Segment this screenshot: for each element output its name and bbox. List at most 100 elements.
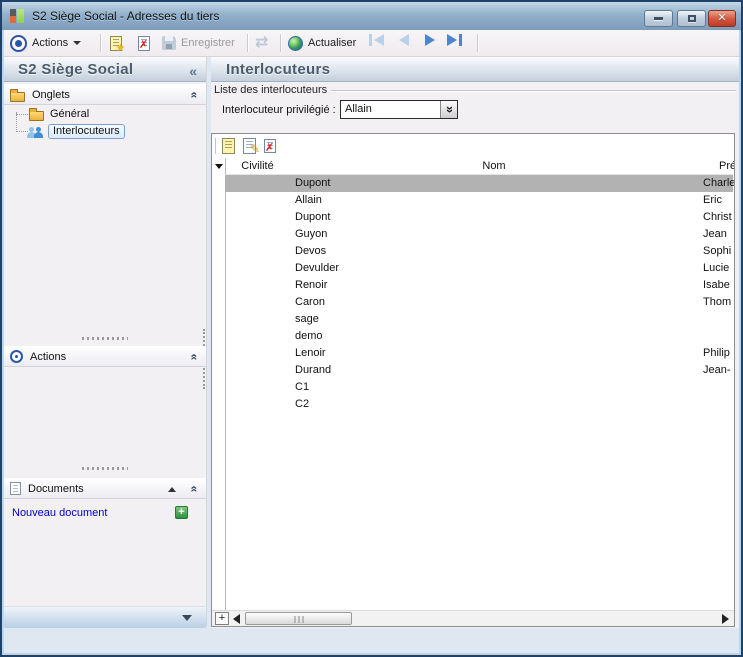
- actualiser-orb-icon: [288, 36, 303, 51]
- privileged-interlocutor-combobox[interactable]: Allain «: [340, 100, 458, 119]
- collapse-chevron-icon[interactable]: «: [189, 92, 201, 99]
- grid-header-row: Civilité Nom Prénom: [225, 158, 733, 175]
- table-row[interactable]: LenoirPhilip: [225, 345, 733, 362]
- actions-menu-label: Actions: [32, 37, 68, 49]
- edit-record-button[interactable]: ✎: [243, 138, 256, 154]
- table-row[interactable]: sage: [225, 311, 733, 328]
- main-area: Interlocuteurs Liste des interlocuteurs …: [211, 57, 739, 628]
- main-toolbar: Actions ★ ✗ Enregistrer ⇄ Actualiser: [4, 30, 739, 57]
- title-bar: S2 Siège Social - Adresses du tiers ✕: [2, 2, 741, 30]
- new-document-link[interactable]: Nouveau document: [12, 507, 107, 519]
- footer-down-arrow-icon[interactable]: [182, 615, 192, 621]
- panel-splitter-handle[interactable]: [82, 337, 128, 340]
- add-document-button[interactable]: +: [175, 506, 188, 519]
- horizontal-scrollbar: +: [212, 610, 734, 626]
- cell-prenom: Thom: [703, 296, 735, 308]
- cell-nom: demo: [295, 330, 695, 342]
- next-arrow-icon: [425, 34, 435, 46]
- table-row[interactable]: GuyonJean: [225, 226, 733, 243]
- table-row[interactable]: demo: [225, 328, 733, 345]
- save-button[interactable]: Enregistrer: [162, 30, 235, 56]
- table-row[interactable]: Devos Sophi: [225, 243, 733, 260]
- column-header-civilite[interactable]: Civilité: [225, 160, 290, 172]
- onglets-panel-header[interactable]: Onglets «: [4, 84, 206, 105]
- delete-item-button[interactable]: ✗: [138, 30, 150, 56]
- row-selector-arrow-icon[interactable]: [215, 164, 223, 169]
- minimize-button[interactable]: [644, 10, 673, 27]
- view-record-button[interactable]: [222, 138, 235, 154]
- cell-nom: Dupont: [295, 211, 695, 223]
- collapse-chevron-icon[interactable]: «: [189, 354, 201, 361]
- cell-nom: C1: [295, 381, 695, 393]
- documents-panel-header[interactable]: Documents «: [4, 478, 206, 499]
- cell-nom: Devulder: [295, 262, 695, 274]
- cell-nom: Devos: [295, 245, 695, 257]
- sidebar-item-interlocuteurs[interactable]: Interlocuteurs: [4, 123, 206, 139]
- cell-nom: Lenoir: [295, 347, 695, 359]
- add-column-button[interactable]: +: [215, 612, 229, 625]
- table-row[interactable]: RenoirIsabe: [225, 277, 733, 294]
- group-border-line: [329, 90, 736, 91]
- table-row[interactable]: C1: [225, 379, 733, 396]
- panel-up-arrow-icon[interactable]: [168, 487, 176, 492]
- actions-menu-button[interactable]: Actions: [10, 30, 81, 56]
- cell-nom: Caron: [295, 296, 695, 308]
- table-row[interactable]: C2: [225, 396, 733, 413]
- delete-record-button[interactable]: ✗: [264, 139, 276, 153]
- folder-icon: [10, 92, 25, 102]
- actions-panel-header[interactable]: Actions «: [4, 346, 206, 367]
- sidebar-header: S2 Siège Social «: [4, 57, 206, 82]
- table-row[interactable]: DupontCharle: [225, 175, 733, 192]
- sidebar-item-general[interactable]: Général: [4, 106, 206, 122]
- nav-last-button[interactable]: [442, 30, 466, 50]
- table-row[interactable]: DevulderLucie: [225, 260, 733, 277]
- save-label: Enregistrer: [181, 37, 235, 49]
- close-icon: ✕: [717, 13, 726, 24]
- app-icon: [10, 9, 24, 23]
- scroll-left-arrow-icon[interactable]: [233, 614, 240, 624]
- column-header-prenom[interactable]: Prénom: [719, 160, 735, 172]
- toolbar-separator: [477, 34, 478, 52]
- privileged-interlocutor-label: Interlocuteur privilégié :: [222, 104, 336, 116]
- restore-button[interactable]: [677, 10, 706, 27]
- last-bar-icon: [459, 34, 462, 46]
- refresh-icon: ⇄: [255, 35, 268, 51]
- window-title: S2 Siège Social - Adresses du tiers: [32, 9, 219, 23]
- actualiser-button[interactable]: Actualiser: [288, 30, 356, 56]
- cell-prenom: Eric: [703, 194, 735, 206]
- tree-item-label-selected: Interlocuteurs: [48, 124, 125, 139]
- combobox-value: Allain: [345, 103, 372, 115]
- document-icon: [10, 482, 21, 495]
- cell-nom: Durand: [295, 364, 695, 376]
- column-header-nom[interactable]: Nom: [290, 160, 698, 172]
- toolbar-separator: [247, 34, 248, 52]
- collapse-chevron-icon[interactable]: «: [189, 486, 201, 493]
- save-icon: [162, 36, 176, 50]
- close-button[interactable]: ✕: [708, 10, 736, 27]
- new-item-button[interactable]: ★: [110, 30, 122, 56]
- table-row[interactable]: AllainEric: [225, 192, 733, 209]
- panel-splitter-handle[interactable]: [82, 467, 128, 470]
- refresh-button[interactable]: ⇄: [255, 30, 268, 56]
- thumb-grip-icon: [294, 616, 303, 623]
- first-arrow-icon: [374, 34, 384, 46]
- nav-previous-button[interactable]: [392, 30, 416, 50]
- table-row[interactable]: Durand Jean-: [225, 362, 733, 379]
- red-x-icon: ✗: [139, 38, 148, 51]
- combobox-dropdown-button[interactable]: «: [440, 101, 457, 118]
- target-icon: [10, 350, 23, 363]
- scrollbar-thumb[interactable]: [245, 612, 352, 625]
- sidebar-collapse-chevron-icon[interactable]: «: [189, 63, 197, 79]
- new-document-row: Nouveau document +: [4, 504, 206, 522]
- restore-icon: [688, 15, 696, 22]
- table-row[interactable]: Caron Thom: [225, 294, 733, 311]
- nav-first-button[interactable]: [364, 30, 388, 50]
- cell-prenom: Christ: [703, 211, 735, 223]
- scroll-right-arrow-icon[interactable]: [722, 614, 729, 624]
- cell-prenom: Jean-: [703, 364, 735, 376]
- group-label: Liste des interlocuteurs: [214, 84, 331, 96]
- star-badge-icon: ★: [116, 43, 125, 54]
- nav-next-button[interactable]: [418, 30, 442, 50]
- cell-prenom: Sophi: [703, 245, 735, 257]
- table-row[interactable]: Dupont Christ: [225, 209, 733, 226]
